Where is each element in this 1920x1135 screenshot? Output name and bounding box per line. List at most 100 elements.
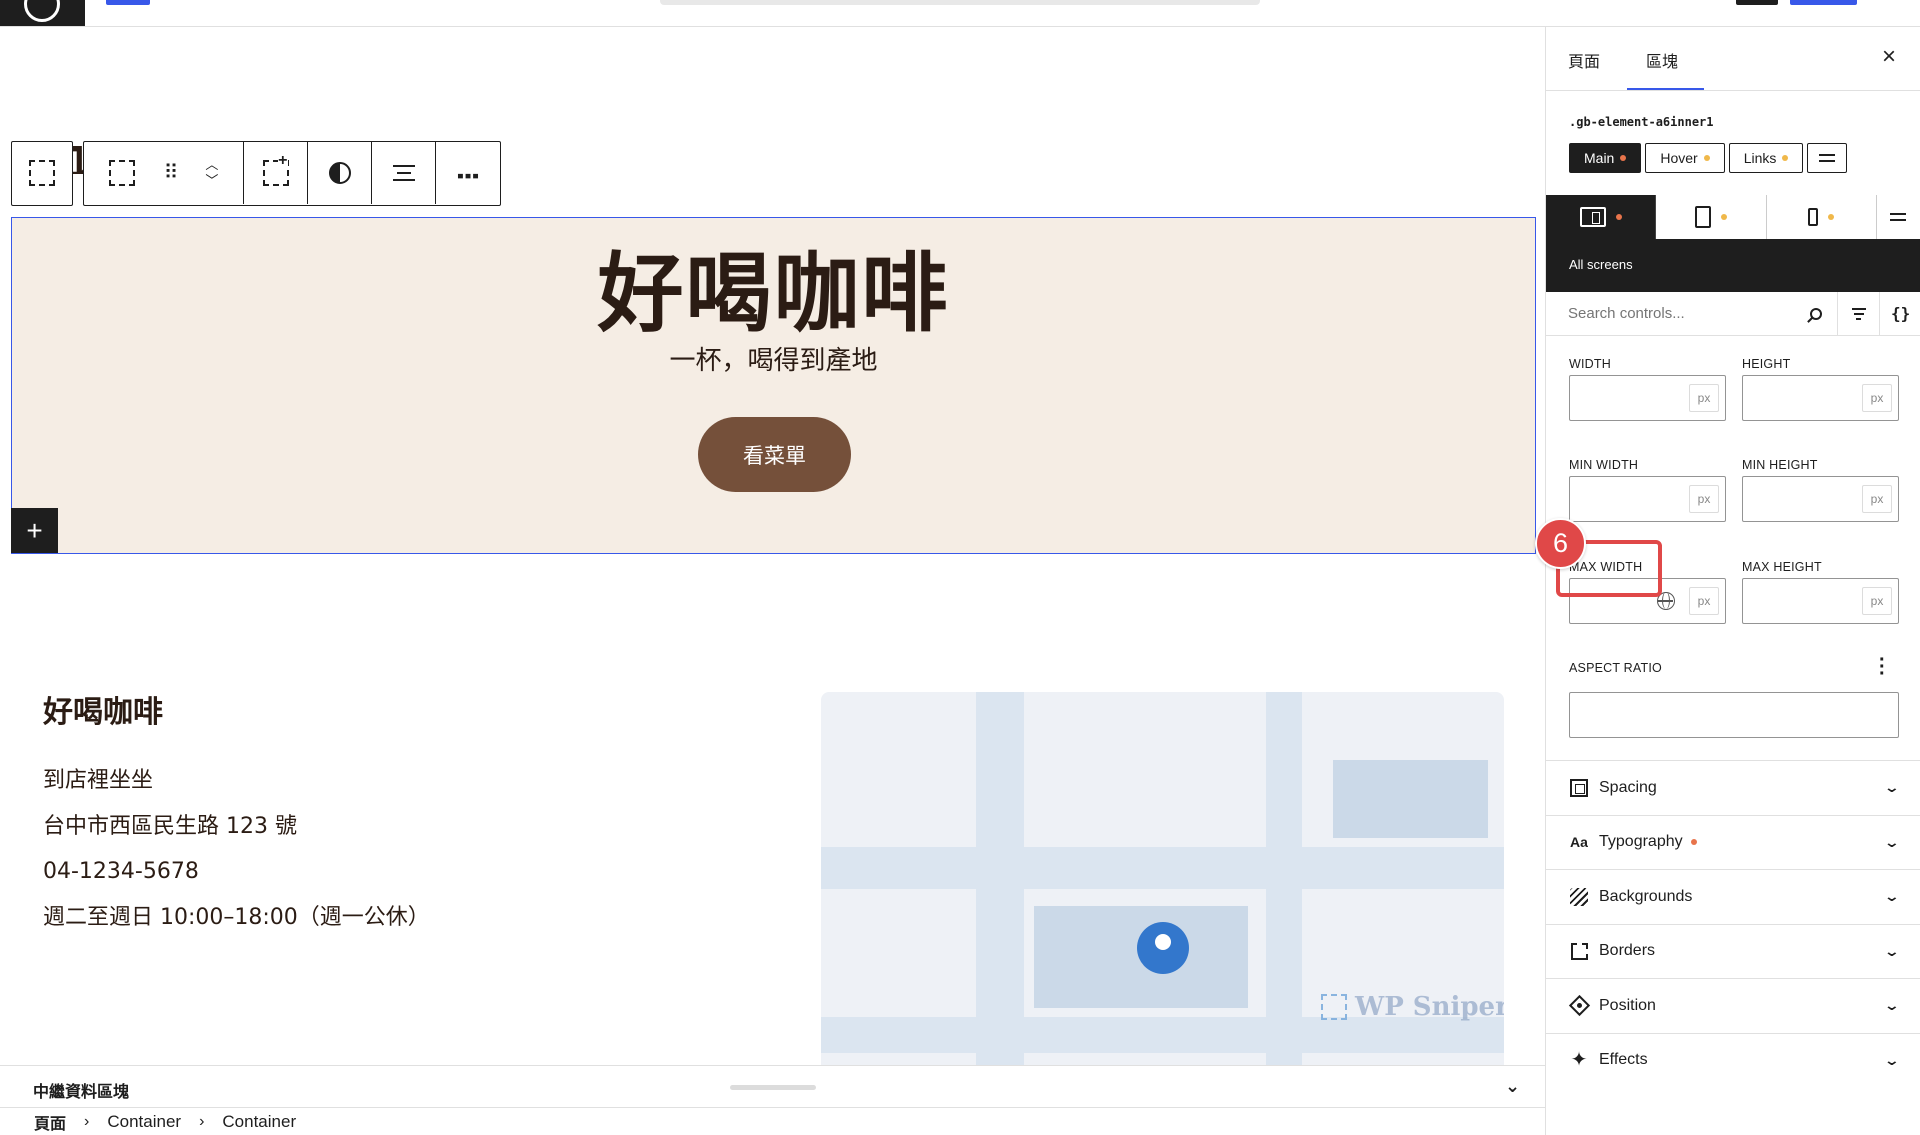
tab-block[interactable]: 區塊 bbox=[1626, 48, 1705, 90]
style-contrast-button[interactable] bbox=[308, 142, 372, 204]
aspect-ratio-label: ASPECT RATIO bbox=[1569, 661, 1662, 675]
more-options-button[interactable]: ⋮ bbox=[436, 142, 500, 204]
align-button[interactable] bbox=[372, 142, 436, 204]
chevron-down-icon: ⌄ bbox=[1883, 997, 1901, 1014]
min-width-field[interactable]: px bbox=[1569, 476, 1726, 522]
style-state-tabs: Main Hover Links bbox=[1569, 143, 1848, 173]
add-container-icon bbox=[262, 153, 289, 186]
filter-button[interactable] bbox=[1837, 291, 1879, 336]
toolbar-main-group: ⠿ ︿﹀ ⋮ bbox=[83, 141, 501, 206]
container-icon bbox=[29, 160, 55, 186]
store-phone[interactable]: 04-1234-5678 bbox=[43, 849, 430, 895]
backgrounds-icon bbox=[1570, 887, 1588, 906]
store-info-line[interactable]: 到店裡坐坐 bbox=[43, 758, 430, 804]
device-label: All screens bbox=[1569, 257, 1633, 272]
store-hours[interactable]: 週二至週日 10:00–18:00（週一公休） bbox=[43, 895, 430, 941]
tab-page[interactable]: 頁面 bbox=[1568, 48, 1600, 72]
css-code-button[interactable]: {} bbox=[1879, 291, 1920, 336]
state-links-button[interactable]: Links bbox=[1728, 143, 1804, 173]
unit-select[interactable]: px bbox=[1862, 485, 1892, 513]
min-height-field[interactable]: px bbox=[1742, 476, 1899, 522]
section-spacing-label: Spacing bbox=[1599, 778, 1657, 796]
hero-title[interactable]: 好喝咖啡 bbox=[12, 223, 1535, 348]
device-mobile-tab[interactable] bbox=[1766, 195, 1877, 239]
add-block-button[interactable]: + bbox=[11, 508, 58, 553]
width-input[interactable] bbox=[1572, 378, 1682, 418]
drag-handle-icon[interactable]: ⠿ bbox=[164, 163, 179, 183]
section-position[interactable]: Position ⌄ bbox=[1546, 978, 1920, 1033]
add-inner-container-button[interactable] bbox=[244, 142, 308, 204]
unit-select[interactable]: px bbox=[1689, 384, 1719, 412]
height-input[interactable] bbox=[1745, 378, 1855, 418]
map-image[interactable]: WP Sniper bbox=[821, 692, 1504, 1065]
breadcrumb: 頁面 › Container › Container bbox=[0, 1108, 1545, 1135]
min-width-input[interactable] bbox=[1572, 479, 1682, 519]
search-button[interactable] bbox=[1795, 292, 1837, 336]
breadcrumb-item[interactable]: Container bbox=[222, 1112, 296, 1132]
device-tablet-tab[interactable] bbox=[1656, 195, 1767, 239]
wordpress-logo-icon bbox=[24, 0, 60, 22]
block-type-button[interactable]: ⠿ ︿ ﹀ bbox=[84, 142, 244, 204]
menu-button[interactable]: 看菜單 bbox=[698, 417, 851, 492]
map-road bbox=[821, 847, 1504, 889]
width-field[interactable]: px bbox=[1569, 375, 1726, 421]
unit-select[interactable]: px bbox=[1862, 587, 1892, 615]
unit-select[interactable]: px bbox=[1689, 587, 1719, 615]
device-desktop-tab[interactable] bbox=[1546, 195, 1657, 239]
section-position-label: Position bbox=[1599, 996, 1656, 1014]
tablet-icon bbox=[1694, 206, 1711, 228]
chevron-down-icon: ⌄ bbox=[1883, 833, 1901, 850]
kebab-menu-icon: ⋮ bbox=[453, 163, 483, 183]
unit-select[interactable]: px bbox=[1689, 485, 1719, 513]
max-height-field[interactable]: px bbox=[1742, 578, 1899, 624]
aspect-ratio-select[interactable] bbox=[1569, 692, 1899, 738]
state-hover-label: Hover bbox=[1660, 150, 1698, 166]
store-info: 好喝咖啡 到店裡坐坐 台中市西區民生路 123 號 04-1234-5678 週… bbox=[43, 687, 430, 940]
align-center-icon bbox=[392, 165, 415, 181]
spacing-icon bbox=[1570, 778, 1588, 797]
hero-container[interactable]: 好喝咖啡 一杯，喝得到產地 看菜單 + bbox=[11, 217, 1536, 554]
editor-canvas: 好喝咖啡 ⠿ ︿﹀ ⋮ 好喝咖啡 一杯，喝得到產地 看菜單 + 好喝咖啡 到店裡… bbox=[0, 27, 1545, 1065]
document-bar[interactable] bbox=[660, 0, 1260, 5]
section-borders-label: Borders bbox=[1599, 942, 1656, 960]
section-spacing[interactable]: Spacing ⌄ bbox=[1546, 760, 1920, 815]
section-backgrounds[interactable]: Backgrounds ⌄ bbox=[1546, 869, 1920, 924]
wordpress-logo-button[interactable] bbox=[0, 0, 85, 26]
device-options-tab[interactable] bbox=[1876, 195, 1920, 239]
search-controls-input[interactable] bbox=[1546, 305, 1796, 322]
close-icon[interactable]: × bbox=[1882, 43, 1896, 71]
toolbar-parent-group bbox=[11, 141, 73, 206]
breadcrumb-item[interactable]: Container bbox=[107, 1112, 181, 1132]
resize-handle[interactable] bbox=[730, 1085, 816, 1090]
move-up-down-icon[interactable]: ︿ ﹀ bbox=[205, 157, 218, 189]
section-effects[interactable]: ✦ Effects ⌄ bbox=[1546, 1032, 1920, 1088]
changed-dot-icon bbox=[1720, 214, 1727, 220]
max-height-input[interactable] bbox=[1745, 581, 1855, 621]
sliders-icon bbox=[1819, 154, 1836, 162]
section-typography-label: Typography bbox=[1599, 833, 1683, 851]
section-backgrounds-label: Backgrounds bbox=[1599, 887, 1693, 905]
select-parent-button[interactable] bbox=[12, 142, 72, 204]
store-address[interactable]: 台中市西區民生路 123 號 bbox=[43, 804, 430, 850]
chevron-down-icon[interactable]: ⌄ bbox=[1505, 1076, 1520, 1097]
state-main-button[interactable]: Main bbox=[1569, 143, 1642, 173]
height-field[interactable]: px bbox=[1742, 375, 1899, 421]
aspect-ratio-options-icon[interactable]: · · · bbox=[1879, 650, 1886, 684]
section-typography[interactable]: Aa Typography ⌄ bbox=[1546, 814, 1920, 870]
settings-toggle-button[interactable] bbox=[1736, 0, 1778, 5]
save-button[interactable] bbox=[1790, 0, 1857, 5]
section-borders[interactable]: Borders ⌄ bbox=[1546, 923, 1920, 979]
min-height-input[interactable] bbox=[1745, 479, 1855, 519]
state-options-button[interactable] bbox=[1807, 143, 1848, 173]
watermark: WP Sniper bbox=[1321, 992, 1504, 1022]
state-hover-button[interactable]: Hover bbox=[1645, 143, 1725, 173]
contrast-icon bbox=[328, 162, 351, 184]
changed-dot-icon bbox=[1703, 155, 1710, 161]
meta-boxes-panel[interactable]: 中繼資料區塊 ⌄ bbox=[0, 1065, 1545, 1108]
store-info-title[interactable]: 好喝咖啡 bbox=[43, 687, 430, 731]
unit-select[interactable]: px bbox=[1862, 384, 1892, 412]
block-inserter-button[interactable] bbox=[106, 0, 150, 5]
hero-subtitle[interactable]: 一杯，喝得到產地 bbox=[12, 340, 1535, 377]
css-selector-label[interactable]: .gb-element-a6inner1 bbox=[1569, 115, 1714, 129]
breadcrumb-item[interactable]: 頁面 bbox=[34, 1110, 66, 1134]
